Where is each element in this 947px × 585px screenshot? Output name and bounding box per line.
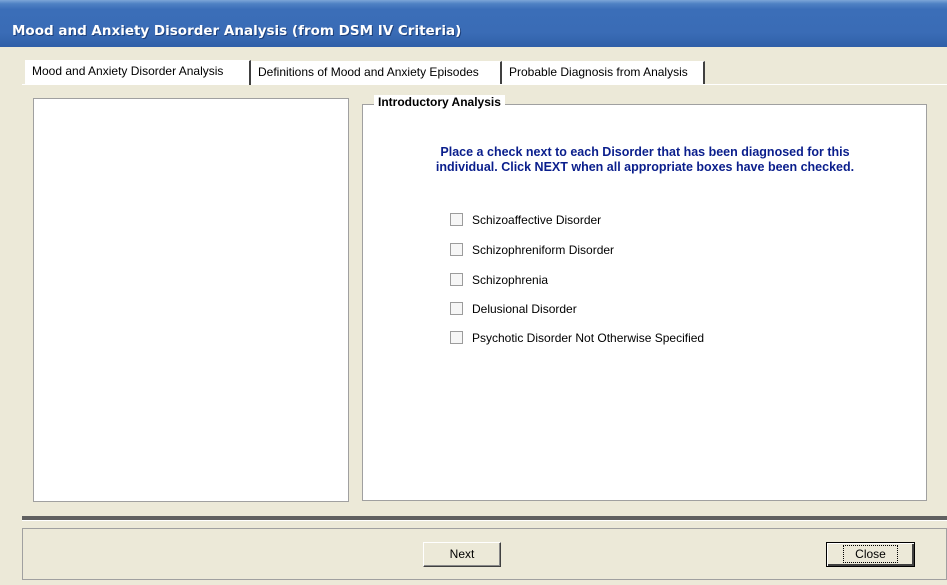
- checkbox-label: Schizophreniform Disorder: [472, 243, 615, 257]
- tab-label: Definitions of Mood and Anxiety Episodes: [258, 65, 479, 79]
- instructions-line-1: Place a check next to each Disorder that…: [440, 145, 850, 159]
- instructions-text: Place a check next to each Disorder that…: [380, 145, 910, 175]
- checkbox-schizophrenia[interactable]: [450, 273, 463, 286]
- next-button-label: Next: [449, 547, 475, 561]
- close-button-label: Close: [843, 545, 898, 563]
- checkbox-label: Delusional Disorder: [472, 302, 577, 316]
- group-title: Introductory Analysis: [374, 95, 505, 109]
- close-button[interactable]: Close: [826, 542, 915, 567]
- checkbox-label: Schizoaffective Disorder: [472, 213, 602, 227]
- next-button[interactable]: Next: [423, 542, 501, 567]
- tab-definitions-episodes[interactable]: Definitions of Mood and Anxiety Episodes: [251, 61, 502, 84]
- checkbox-label: Schizophrenia: [472, 273, 549, 287]
- checkbox-schizoaffective[interactable]: [450, 213, 463, 226]
- checkbox-schizophreniform[interactable]: [450, 243, 463, 256]
- instructions-line-2: individual. Click NEXT when all appropri…: [435, 160, 855, 174]
- bottom-divider: [22, 516, 947, 521]
- checkbox-label: Psychotic Disorder Not Otherwise Specifi…: [472, 331, 705, 345]
- title-bar[interactable]: Mood and Anxiety Disorder Analysis (from…: [0, 0, 947, 47]
- window-title: Mood and Anxiety Disorder Analysis (from…: [12, 23, 462, 39]
- checkbox-delusional[interactable]: [450, 302, 463, 315]
- tab-label: Probable Diagnosis from Analysis: [509, 65, 688, 79]
- tab-mood-anxiety-analysis[interactable]: Mood and Anxiety Disorder Analysis: [25, 60, 251, 85]
- checkbox-psychotic-nos[interactable]: [450, 331, 463, 344]
- tab-label: Mood and Anxiety Disorder Analysis: [32, 64, 224, 78]
- left-list-panel[interactable]: [33, 98, 349, 502]
- tab-probable-diagnosis[interactable]: Probable Diagnosis from Analysis: [502, 61, 705, 84]
- dialog-window: Mood and Anxiety Disorder Analysis (from…: [0, 0, 947, 585]
